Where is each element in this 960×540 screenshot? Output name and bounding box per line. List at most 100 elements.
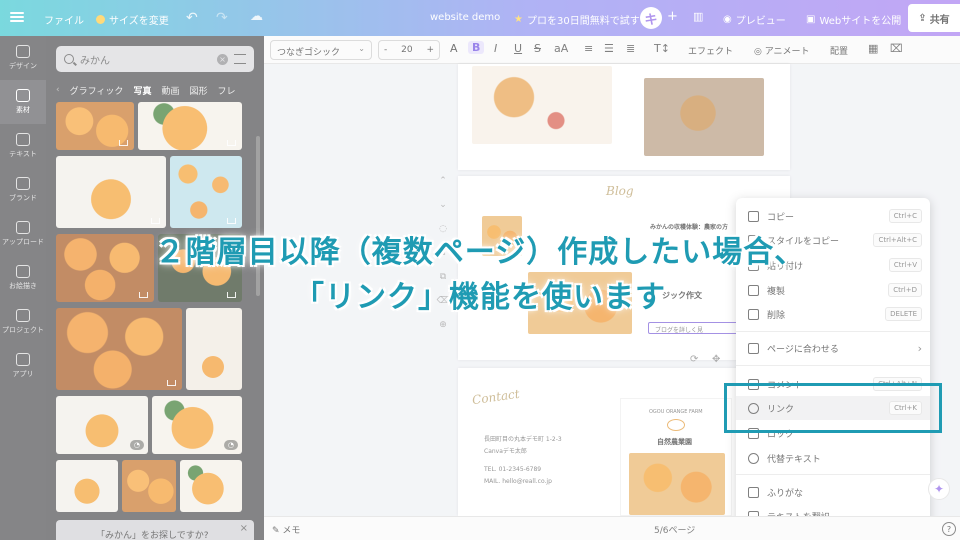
- preview-button[interactable]: ◉ プレビュー: [723, 12, 786, 27]
- filter-icon[interactable]: [234, 54, 246, 64]
- email[interactable]: MAIL. hello@reall.co.jp: [484, 478, 552, 485]
- menu-item-comment[interactable]: コメント Ctrl+Alt+N: [736, 372, 930, 396]
- contact-script-title[interactable]: Contact: [471, 387, 520, 407]
- analytics-icon[interactable]: ▥: [693, 10, 703, 23]
- vertical-text-icon[interactable]: T↕: [654, 42, 670, 55]
- bold-icon[interactable]: B: [468, 41, 485, 54]
- cloud-save-icon[interactable]: ☁: [250, 9, 263, 24]
- photo-thumbnail[interactable]: ◔: [152, 396, 242, 454]
- caption-line-2: 「リンク」機能を使います: [294, 280, 666, 315]
- farm-card[interactable]: OGOU ORANGE FARM 自然農業園: [620, 398, 732, 516]
- photo-thumbnail[interactable]: [170, 156, 242, 228]
- list-icon[interactable]: ☰: [604, 42, 614, 55]
- chevron-left-icon[interactable]: ‹: [56, 85, 60, 95]
- photo-thumbnail[interactable]: [56, 460, 118, 512]
- rail-item-design[interactable]: デザイン: [0, 36, 46, 80]
- clear-icon[interactable]: ×: [217, 53, 228, 65]
- align-icon[interactable]: ≡: [584, 42, 593, 55]
- menu-item-alt-text[interactable]: 代替テキスト: [736, 446, 930, 470]
- chevron-right-icon: ›: [917, 341, 922, 355]
- photo-thumbnail[interactable]: [138, 102, 242, 150]
- menu-item-label: ロック: [767, 429, 795, 440]
- underline-icon[interactable]: U: [514, 42, 522, 55]
- page-image[interactable]: [472, 66, 612, 144]
- menu-shortcut: Ctrl+Alt+N: [873, 377, 922, 391]
- font-select[interactable]: つなぎゴシック ⌄: [270, 40, 372, 60]
- photo-thumbnail[interactable]: [56, 156, 166, 228]
- case-icon[interactable]: aA: [554, 42, 568, 55]
- transparency-icon[interactable]: ▦: [868, 42, 878, 55]
- crown-icon: [151, 218, 160, 224]
- chevron-down-icon[interactable]: ⌄: [439, 200, 447, 210]
- photo-thumbnail[interactable]: [122, 460, 176, 512]
- resize-button[interactable]: サイズを変更: [96, 12, 169, 27]
- photo-thumbnail[interactable]: [56, 308, 182, 390]
- preview-label: プレビュー: [735, 16, 786, 27]
- search-suggestion[interactable]: 「みかん」をお探しですか? ×: [56, 520, 254, 540]
- redo-icon[interactable]: ↷: [216, 10, 228, 26]
- photo-thumbnail[interactable]: [56, 102, 134, 150]
- plus-icon[interactable]: +: [426, 45, 434, 55]
- add-page-icon[interactable]: ⊕: [439, 320, 447, 330]
- menu-item-lock[interactable]: ロック: [736, 421, 930, 445]
- page-count[interactable]: 5/6ページ: [654, 523, 695, 536]
- add-collaborator-icon[interactable]: +: [667, 9, 678, 24]
- close-icon[interactable]: ×: [240, 523, 248, 534]
- rail-item-apps[interactable]: アプリ: [0, 344, 46, 388]
- text-color-icon[interactable]: A: [450, 42, 458, 55]
- rail-item-brand[interactable]: ブランド: [0, 168, 46, 212]
- strikethrough-icon[interactable]: S: [534, 42, 541, 55]
- effects-button[interactable]: エフェクト: [688, 44, 733, 57]
- notes-button[interactable]: ✎ メモ: [272, 523, 300, 536]
- design-page[interactable]: [458, 64, 790, 170]
- tab-photos[interactable]: 写真: [133, 84, 151, 97]
- tab-videos[interactable]: 動画: [161, 84, 179, 97]
- animate-button[interactable]: ◎ アニメート: [754, 44, 810, 57]
- file-menu-label: ファイル: [44, 16, 84, 27]
- rotate-icon[interactable]: ⟳: [690, 354, 698, 365]
- publish-website-button[interactable]: ▣ Webサイトを公開: [806, 12, 901, 27]
- menu-item-link[interactable]: リンク Ctrl+K: [736, 396, 930, 420]
- telephone[interactable]: TEL. 01-2345-6789: [484, 466, 541, 473]
- rail-item-text[interactable]: テキスト: [0, 124, 46, 168]
- font-size-value[interactable]: 20: [401, 45, 412, 55]
- position-button[interactable]: 配置: [830, 44, 848, 57]
- hamburger-menu-icon[interactable]: [10, 10, 24, 24]
- menu-item-fit-page[interactable]: ページに合わせる ›: [736, 336, 930, 360]
- photo-thumbnail[interactable]: [186, 308, 242, 390]
- blog-button[interactable]: ブログを詳しく見: [648, 322, 740, 334]
- font-name: つなぎゴシック: [277, 48, 341, 58]
- minus-icon[interactable]: -: [384, 45, 387, 55]
- copy-icon: [748, 210, 759, 222]
- pro-trial-link[interactable]: ★ プロを30日間無料で試す: [514, 12, 640, 27]
- file-menu[interactable]: ファイル: [44, 12, 84, 27]
- magic-sparkle-icon[interactable]: ✦: [928, 478, 950, 500]
- tab-frames[interactable]: フレ: [217, 84, 235, 97]
- photo-thumbnail[interactable]: ◔: [56, 396, 148, 454]
- address-line[interactable]: 長田町目の丸本デモ町 1-2-3: [484, 434, 562, 443]
- share-button[interactable]: ⇪ 共有: [908, 4, 960, 32]
- menu-item-copy[interactable]: コピー Ctrl+C: [736, 204, 930, 228]
- paint-format-icon[interactable]: ⌧: [890, 42, 903, 55]
- page-image[interactable]: [644, 78, 764, 156]
- move-icon[interactable]: ✥: [712, 354, 720, 365]
- project-title[interactable]: website demo: [430, 12, 500, 23]
- blog-button-label: ブログを詳しく見: [655, 327, 704, 334]
- farm-small-label: OGOU ORANGE FARM: [649, 409, 703, 415]
- font-size-stepper[interactable]: - 20 +: [378, 40, 440, 60]
- blog-script-title[interactable]: Blog: [606, 184, 634, 198]
- photo-thumbnail[interactable]: [180, 460, 242, 512]
- tab-graphics[interactable]: グラフィック: [70, 84, 124, 97]
- rail-item-elements[interactable]: 素材: [0, 80, 46, 124]
- search-input[interactable]: みかん ×: [56, 46, 254, 72]
- link-icon: [748, 402, 759, 414]
- italic-icon[interactable]: I: [494, 42, 497, 55]
- user-avatar[interactable]: キ: [640, 7, 662, 29]
- undo-icon[interactable]: ↶: [186, 10, 198, 26]
- tab-shapes[interactable]: 図形: [189, 84, 207, 97]
- menu-item-furigana[interactable]: ふりがな: [736, 480, 930, 504]
- spacing-icon[interactable]: ≣: [626, 42, 635, 55]
- chevron-up-icon[interactable]: ⌃: [439, 176, 447, 186]
- address-name[interactable]: Canvaデモ太郎: [484, 446, 527, 455]
- help-icon[interactable]: ?: [942, 522, 956, 536]
